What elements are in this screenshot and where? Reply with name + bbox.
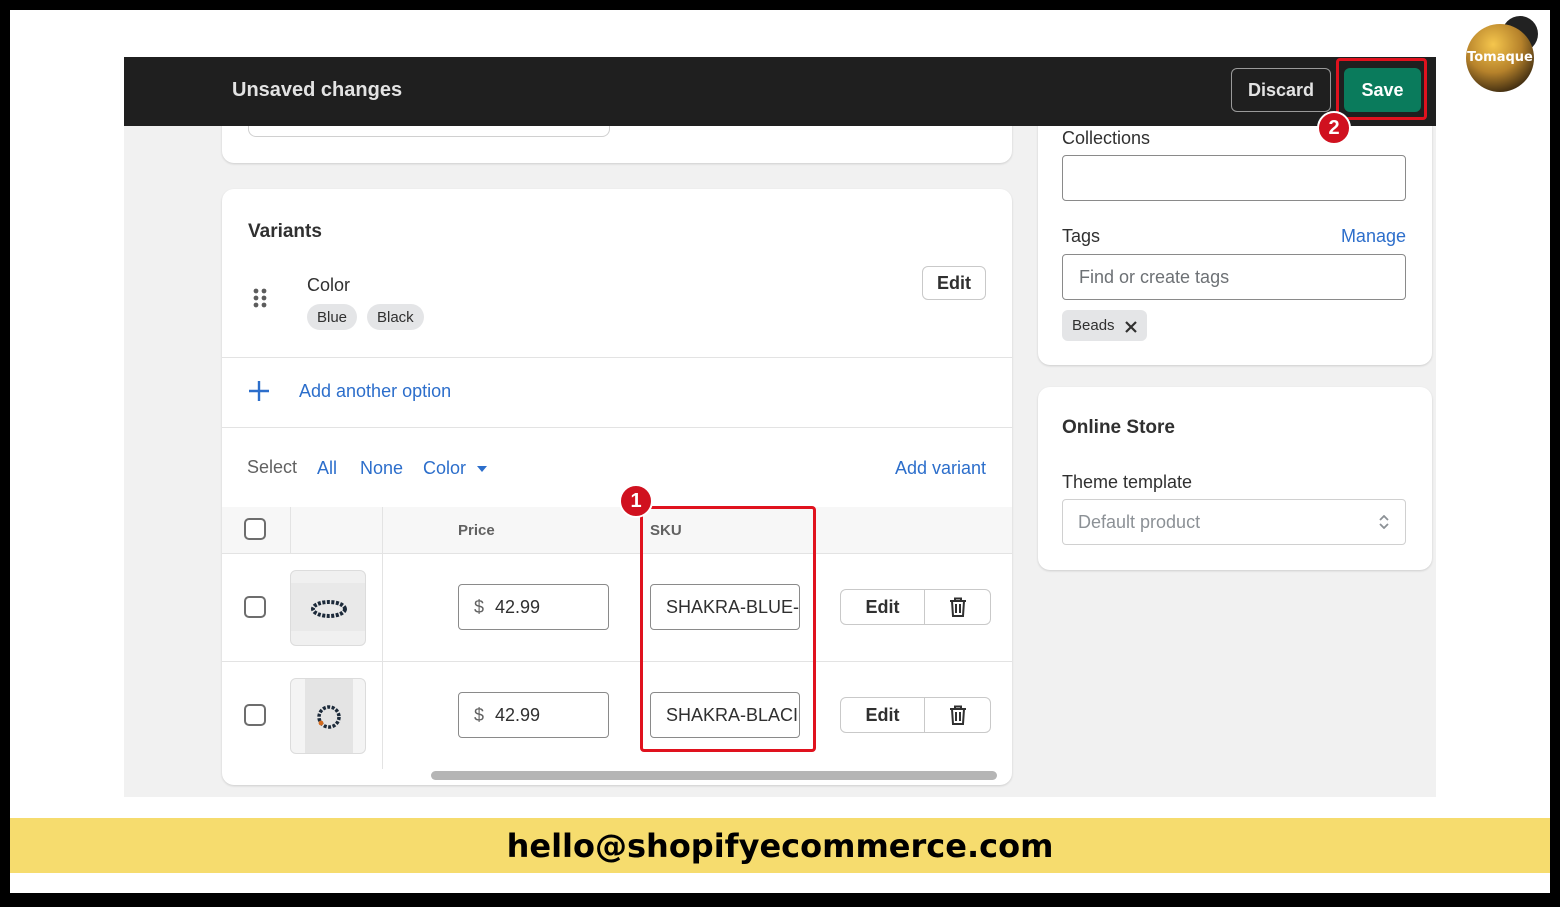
theme-template-value: Default product — [1078, 512, 1201, 532]
edit-option-button[interactable]: Edit — [922, 266, 986, 300]
divider — [290, 507, 291, 553]
tag-chip-label: Beads — [1072, 317, 1115, 334]
horizontal-scrollbar[interactable] — [431, 771, 997, 780]
variants-card: Variants Color Blue Black Edit Add anoth… — [222, 189, 1012, 785]
variant-checkbox[interactable] — [244, 596, 266, 618]
divider — [222, 661, 1012, 662]
price-value: 42.99 — [495, 597, 541, 617]
price-input[interactable]: $ 42.99 — [458, 584, 609, 630]
unsaved-changes-bar: Unsaved changes Discard Save — [124, 57, 1436, 126]
variants-heading: Variants — [248, 221, 322, 242]
add-variant-link[interactable]: Add variant — [895, 458, 986, 479]
unsaved-changes-title: Unsaved changes — [232, 79, 403, 101]
select-all-link[interactable]: All — [317, 458, 337, 479]
save-highlight-box — [1336, 58, 1427, 120]
tag-chip: Beads — [1062, 310, 1147, 341]
organization-card: Collections Tags Manage Find or create t… — [1038, 97, 1432, 365]
tomaque-logo: Tomaque — [1466, 24, 1534, 92]
trash-icon[interactable] — [925, 590, 991, 624]
select-arrows-icon — [1379, 514, 1389, 530]
plus-icon[interactable] — [248, 380, 270, 402]
select-none-link[interactable]: None — [360, 458, 403, 479]
option-value-chip: Black — [367, 304, 424, 330]
logo-text: Tomaque — [1467, 50, 1533, 65]
variant-checkbox[interactable] — [244, 704, 266, 726]
price-column-header: Price — [458, 522, 495, 539]
theme-template-label: Theme template — [1062, 472, 1193, 492]
option-name: Color — [307, 275, 351, 295]
discard-button[interactable]: Discard — [1231, 68, 1331, 112]
price-value: 42.99 — [495, 705, 541, 725]
collections-input[interactable] — [1062, 155, 1406, 201]
tags-placeholder: Find or create tags — [1079, 267, 1230, 287]
tags-input[interactable]: Find or create tags — [1062, 254, 1406, 300]
step-2-badge: 2 — [1317, 111, 1351, 145]
contact-banner: hello@shopifyecommerce.com — [10, 818, 1550, 873]
trash-icon[interactable] — [925, 698, 991, 732]
divider — [222, 427, 1012, 428]
online-store-card: Online Store Theme template Default prod… — [1038, 387, 1432, 570]
option-value-chip: Blue — [307, 304, 358, 330]
divider — [222, 553, 1012, 554]
variant-edit-button[interactable]: Edit — [841, 590, 925, 624]
drag-handle-icon[interactable] — [252, 287, 268, 309]
manage-tags-link[interactable]: Manage — [1341, 226, 1406, 247]
sku-highlight-box — [640, 506, 816, 752]
currency-symbol: $ — [474, 597, 485, 617]
caret-down-icon — [477, 466, 488, 473]
variant-edit-button[interactable]: Edit — [841, 698, 925, 732]
variant-image-blue[interactable] — [290, 570, 366, 646]
theme-template-select[interactable]: Default product — [1062, 499, 1406, 545]
tags-label: Tags — [1062, 226, 1101, 246]
variants-table-header — [222, 507, 1012, 553]
online-store-heading: Online Store — [1062, 417, 1175, 438]
variant-actions: Edit — [840, 589, 991, 625]
divider — [222, 357, 1012, 358]
price-input[interactable]: $ 42.99 — [458, 692, 609, 738]
currency-symbol: $ — [474, 705, 485, 725]
select-color-dropdown[interactable]: Color — [423, 458, 488, 479]
select-label: Select — [247, 457, 298, 477]
divider — [382, 507, 383, 769]
collections-label: Collections — [1062, 128, 1151, 148]
remove-tag-icon[interactable] — [1124, 320, 1137, 333]
variant-image-black[interactable] — [290, 678, 366, 754]
variant-actions: Edit — [840, 697, 991, 733]
select-color-label: Color — [423, 458, 467, 478]
step-1-badge: 1 — [619, 484, 653, 518]
contact-email: hello@shopifyecommerce.com — [506, 826, 1054, 865]
shopify-product-editor: Unsaved changes Discard Save Variants Co… — [124, 57, 1436, 797]
add-another-option-link[interactable]: Add another option — [299, 381, 451, 402]
select-all-checkbox[interactable] — [244, 518, 266, 540]
